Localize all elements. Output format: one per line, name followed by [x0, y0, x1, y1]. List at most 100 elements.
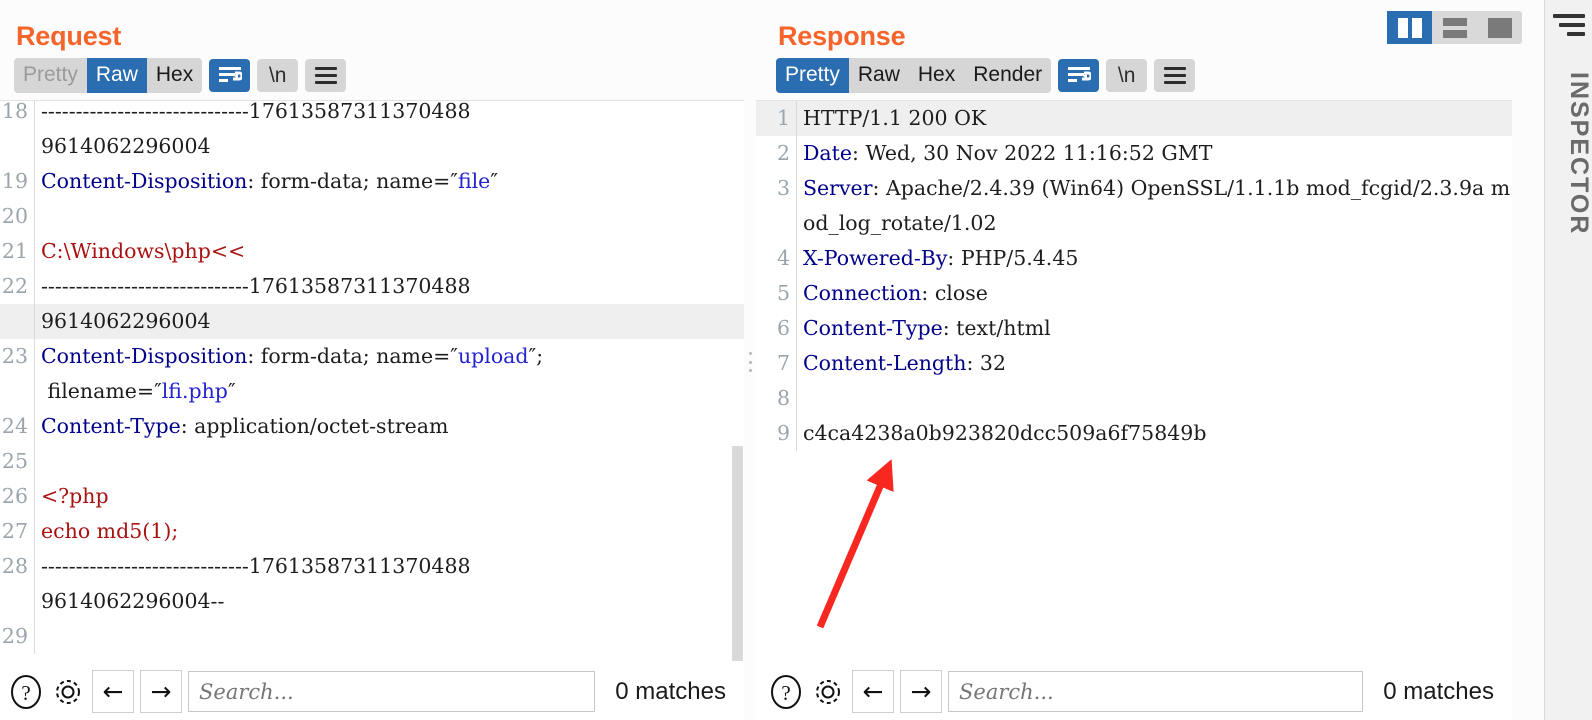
line-content[interactable]: Content-Disposition: form-data; name=″fi… — [34, 163, 744, 199]
line-number: 2 — [776, 140, 790, 165]
editor-line: filename=″lfi.php″ — [0, 373, 744, 409]
line-content[interactable]: Content-Type: application/octet-stream — [34, 408, 744, 444]
layout-horizontal-split-icon[interactable] — [1432, 11, 1477, 44]
line-content[interactable]: Content-Length: 32 — [796, 345, 1512, 381]
request-search-next-arrow-right-icon[interactable]: → — [140, 670, 182, 713]
line-content[interactable]: Date: Wed, 30 Nov 2022 11:16:52 GMT — [796, 135, 1512, 171]
line-content[interactable]: Content-Type: text/html — [796, 310, 1512, 346]
response-menu-hamburger-icon[interactable] — [1154, 58, 1196, 92]
request-word-wrap-icon[interactable] — [209, 58, 251, 92]
line-number: 19 — [1, 168, 28, 193]
response-editor[interactable]: 1 HTTP/1.1 200 OK 2 Date: Wed, 30 Nov 2022 … — [756, 100, 1512, 451]
tab-response-raw[interactable]: Raw — [849, 58, 909, 93]
code-token: ------------------------------1761358731… — [41, 99, 471, 123]
line-content[interactable]: C:\Windows\php<< — [34, 233, 744, 269]
code-token: Content-Type — [803, 315, 943, 340]
line-content[interactable] — [34, 618, 744, 654]
tab-request-pretty[interactable]: Pretty — [14, 58, 87, 93]
line-content[interactable]: <?php — [34, 478, 744, 514]
editor-line: 5 Connection: close — [756, 275, 1512, 311]
line-content[interactable]: Connection: close — [796, 275, 1512, 311]
editor-line: 9614062296004-- — [0, 583, 744, 619]
editor-line: 9 c4ca4238a0b923820dcc509a6f75849b — [756, 415, 1512, 451]
layout-controls — [1387, 11, 1522, 44]
line-content[interactable]: Content-Disposition: form-data; name=″up… — [34, 338, 744, 374]
editor-line: 18 ------------------------------17613587… — [0, 100, 744, 129]
line-content[interactable]: ------------------------------1761358731… — [34, 100, 744, 129]
response-word-wrap-icon[interactable] — [1058, 58, 1100, 92]
editor-line: 20 — [0, 198, 744, 234]
layout-single-pane-icon[interactable] — [1477, 11, 1522, 44]
line-content[interactable]: c4ca4238a0b923820dcc509a6f75849b — [796, 415, 1512, 451]
tab-request-hex[interactable]: Hex — [147, 58, 202, 93]
request-newline-label: \n — [268, 63, 287, 87]
line-content[interactable]: ------------------------------1761358731… — [34, 268, 744, 304]
request-settings-gear-icon[interactable] — [50, 672, 86, 712]
line-content[interactable]: ------------------------------1761358731… — [34, 548, 744, 584]
request-scrollbar[interactable] — [730, 101, 744, 663]
request-help-question-mark-icon[interactable]: ? — [8, 672, 44, 712]
inspector-hamburger-icon[interactable] — [1553, 14, 1585, 36]
line-number: 3 — [776, 175, 790, 200]
request-newline-icon[interactable]: \n — [257, 58, 299, 92]
code-token: : form-data; name=″ — [247, 343, 458, 368]
request-search-prev-arrow-left-icon[interactable]: ← — [92, 670, 134, 713]
response-editor-area[interactable]: 1 HTTP/1.1 200 OK 2 Date: Wed, 30 Nov 2022 … — [756, 99, 1512, 663]
line-content[interactable]: echo md5(1); — [34, 513, 744, 549]
line-content[interactable]: 9614062296004 — [34, 128, 744, 164]
svg-text:?: ? — [21, 681, 30, 705]
code-token: upload — [457, 343, 529, 368]
code-token: : 32 — [966, 350, 1006, 375]
response-help-question-mark-icon[interactable]: ? — [768, 672, 804, 712]
tab-response-pretty[interactable]: Pretty — [776, 57, 849, 93]
line-number: 28 — [1, 553, 28, 578]
editor-line: 22 ------------------------------17613587… — [0, 268, 744, 304]
line-content[interactable]: filename=″lfi.php″ — [34, 373, 744, 409]
line-content[interactable]: 9614062296004 — [34, 303, 744, 339]
code-token: Content-Disposition — [41, 168, 248, 193]
code-token: ″ — [227, 378, 236, 403]
response-search-input[interactable] — [948, 671, 1364, 712]
layout-vertical-split-icon[interactable] — [1387, 11, 1432, 44]
line-content[interactable]: X-Powered-By: PHP/5.4.45 — [796, 240, 1512, 276]
code-token: file — [457, 168, 491, 193]
tab-response-render[interactable]: Render — [964, 58, 1051, 93]
request-menu-hamburger-icon[interactable] — [305, 58, 347, 92]
code-token: 9614062296004-- — [41, 588, 225, 613]
code-token: ------------------------------1761358731… — [41, 273, 471, 298]
tab-request-raw[interactable]: Raw — [86, 57, 147, 93]
request-scrollbar-thumb[interactable] — [732, 445, 743, 661]
inspector-label[interactable]: INSPECTOR — [1545, 72, 1592, 235]
line-number: 27 — [1, 518, 28, 543]
response-scrollbar[interactable] — [1498, 101, 1512, 663]
line-content[interactable]: 9614062296004-- — [34, 583, 744, 619]
code-token: Content-Type — [41, 413, 181, 438]
code-token: 9614062296004 — [41, 133, 211, 158]
request-search-input[interactable] — [188, 671, 596, 712]
editor-line: 28 ------------------------------17613587… — [0, 548, 744, 584]
request-editor[interactable]: 18 ------------------------------17613587… — [0, 100, 744, 654]
tab-response-hex[interactable]: Hex — [909, 58, 964, 93]
line-number: 5 — [776, 280, 790, 305]
line-content[interactable] — [34, 198, 744, 234]
line-content[interactable]: Server: Apache/2.4.39 (Win64) OpenSSL/1.… — [796, 170, 1512, 241]
editor-line: 6 Content-Type: text/html — [756, 310, 1512, 346]
request-editor-area[interactable]: 18 ------------------------------17613587… — [0, 99, 744, 663]
line-number: 20 — [1, 203, 28, 228]
response-panel: Response Pretty Raw Hex Render \n 1 HTTP… — [756, 0, 1512, 720]
editor-line: 29 — [0, 618, 744, 654]
line-number: 1 — [776, 105, 790, 130]
response-search-next-arrow-right-icon[interactable]: → — [900, 670, 942, 713]
code-token: ------------------------------1761358731… — [41, 553, 471, 578]
code-token: filename=″ — [41, 378, 162, 403]
line-number: 18 — [1, 99, 28, 123]
code-token: Date — [803, 140, 853, 165]
editor-line: 9614062296004 — [0, 303, 744, 339]
pane-divider-handle[interactable] — [744, 0, 756, 720]
response-newline-icon[interactable]: \n — [1106, 58, 1148, 92]
line-content[interactable] — [34, 443, 744, 479]
line-content[interactable] — [796, 380, 1512, 416]
response-settings-gear-icon[interactable] — [810, 672, 846, 712]
line-content[interactable]: HTTP/1.1 200 OK — [796, 100, 1512, 136]
response-search-prev-arrow-left-icon[interactable]: ← — [852, 670, 894, 713]
